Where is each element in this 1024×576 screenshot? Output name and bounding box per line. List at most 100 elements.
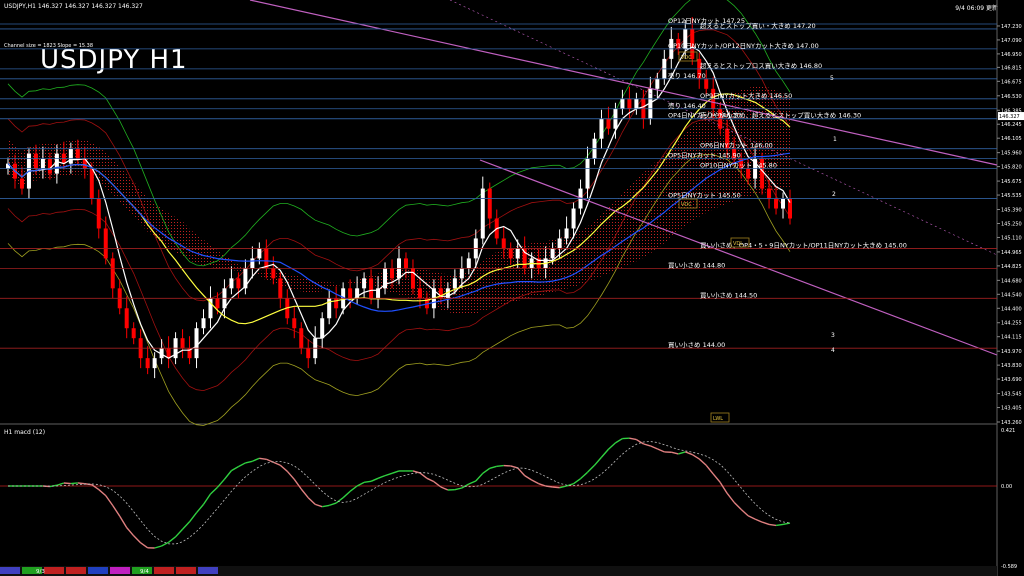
- macd-tick-label: 0.421: [1001, 428, 1015, 434]
- level-label: OP5日NYカット 145.50: [668, 192, 741, 200]
- macd-segment: [112, 505, 121, 517]
- candle-body: [627, 98, 632, 109]
- macd-segment: [273, 461, 281, 466]
- macd-segment: [615, 437, 623, 444]
- macd-segment: [363, 480, 372, 484]
- candle-body: [403, 258, 408, 269]
- macd-segment: [70, 482, 78, 485]
- candle-body: [250, 258, 255, 269]
- candle-body: [306, 348, 311, 359]
- macd-segment: [650, 445, 658, 450]
- candle-body: [452, 278, 457, 289]
- macd-segment: [195, 503, 205, 514]
- macd-segment: [607, 442, 616, 450]
- macd-segment: [419, 472, 428, 479]
- macd-segment: [328, 502, 337, 507]
- box-label: VDC: [681, 55, 692, 61]
- y-tick-label: 143.830: [1001, 363, 1022, 369]
- date-segment: [0, 567, 20, 574]
- candle-body: [292, 318, 297, 329]
- macd-signal-line: [8, 441, 791, 545]
- macd-segment: [733, 501, 742, 510]
- candle-body: [501, 238, 506, 249]
- macd-segment: [747, 515, 756, 520]
- macd-segment: [56, 482, 65, 486]
- candle-body: [767, 188, 772, 199]
- current-price-label: 146.327: [999, 114, 1020, 120]
- macd-segment: [468, 480, 477, 485]
- macd-segment: [545, 485, 553, 488]
- macd-segment: [279, 464, 288, 472]
- y-tick-label: 143.690: [1001, 377, 1022, 383]
- candle-body: [606, 118, 611, 129]
- candle-body: [201, 318, 206, 329]
- macd-segment: [754, 518, 763, 523]
- box-label: VDC: [681, 202, 692, 208]
- macd-segment: [712, 473, 721, 483]
- macd-segment: [252, 457, 260, 462]
- y-tick-label: 145.110: [1001, 235, 1022, 241]
- y-tick-label: 144.825: [1001, 264, 1022, 270]
- candle-body: [508, 248, 513, 259]
- y-tick-label: 143.260: [1001, 420, 1022, 426]
- candle-body: [774, 198, 779, 209]
- date-segment: [198, 567, 218, 574]
- candle-body: [417, 288, 422, 299]
- macd-segment: [678, 451, 686, 455]
- price-chart[interactable]: OP12日NYカット 147.25超えるとストップ買い・大きめ 147.20OP…: [0, 0, 1024, 576]
- candle-body: [257, 248, 262, 259]
- wave-label: 1: [833, 136, 837, 143]
- level-label: OP5日NYカット 145.90: [668, 152, 741, 160]
- y-tick-label: 145.960: [1001, 151, 1022, 157]
- macd-segment: [531, 479, 539, 485]
- date-label: 9/4: [140, 569, 149, 575]
- y-tick-label: 143.545: [1001, 392, 1022, 398]
- candle-body: [278, 278, 283, 299]
- macd-segment: [782, 522, 791, 526]
- y-tick-label: 145.675: [1001, 179, 1022, 185]
- macd-segment: [573, 478, 581, 485]
- y-tick-label: 146.675: [1001, 79, 1022, 85]
- macd-segment: [77, 482, 85, 485]
- y-tick-label: 146.530: [1001, 94, 1022, 100]
- candle-body: [487, 188, 492, 219]
- y-tick-label: 147.230: [1001, 24, 1022, 30]
- macd-segment: [356, 481, 365, 487]
- y-tick-label: 144.400: [1001, 306, 1022, 312]
- wave-label: 2: [832, 191, 836, 198]
- y-tick-label: 144.115: [1001, 335, 1022, 341]
- candle-body: [299, 328, 304, 349]
- candle-body: [571, 208, 576, 229]
- candle-body: [236, 278, 241, 289]
- macd-segment: [705, 464, 714, 475]
- macd-segment: [370, 477, 379, 482]
- level-label: 売り 146.40: [668, 101, 706, 110]
- macd-segment: [496, 464, 504, 467]
- y-tick-label: 143.405: [1001, 406, 1022, 412]
- y-tick-label: 145.250: [1001, 221, 1022, 227]
- macd-segment: [698, 458, 707, 466]
- y-tick-label: 145.390: [1001, 208, 1022, 214]
- level-label: 超えるとストップ買い・大きめ 147.20: [700, 21, 816, 30]
- macd-segment: [126, 527, 135, 537]
- date-segment: [88, 567, 108, 574]
- candle-body: [634, 98, 639, 109]
- candle-body: [47, 158, 52, 174]
- macd-segment: [342, 490, 351, 499]
- box-label: LWL: [713, 416, 723, 422]
- candle-body: [466, 258, 471, 269]
- macd-segment: [259, 457, 267, 460]
- macd-segment: [768, 523, 777, 527]
- macd-segment: [643, 443, 651, 447]
- candle-body: [515, 248, 520, 259]
- y-tick-label: 146.950: [1001, 52, 1022, 58]
- macd-segment: [63, 482, 71, 485]
- candle-body: [459, 268, 464, 279]
- candle-body: [215, 298, 220, 309]
- candle-body: [19, 178, 24, 189]
- date-segment: [176, 567, 196, 574]
- y-tick-label: 144.255: [1001, 321, 1022, 327]
- macd-segment: [293, 478, 302, 490]
- channel-mid: [449, 0, 998, 256]
- candle-body: [655, 78, 660, 89]
